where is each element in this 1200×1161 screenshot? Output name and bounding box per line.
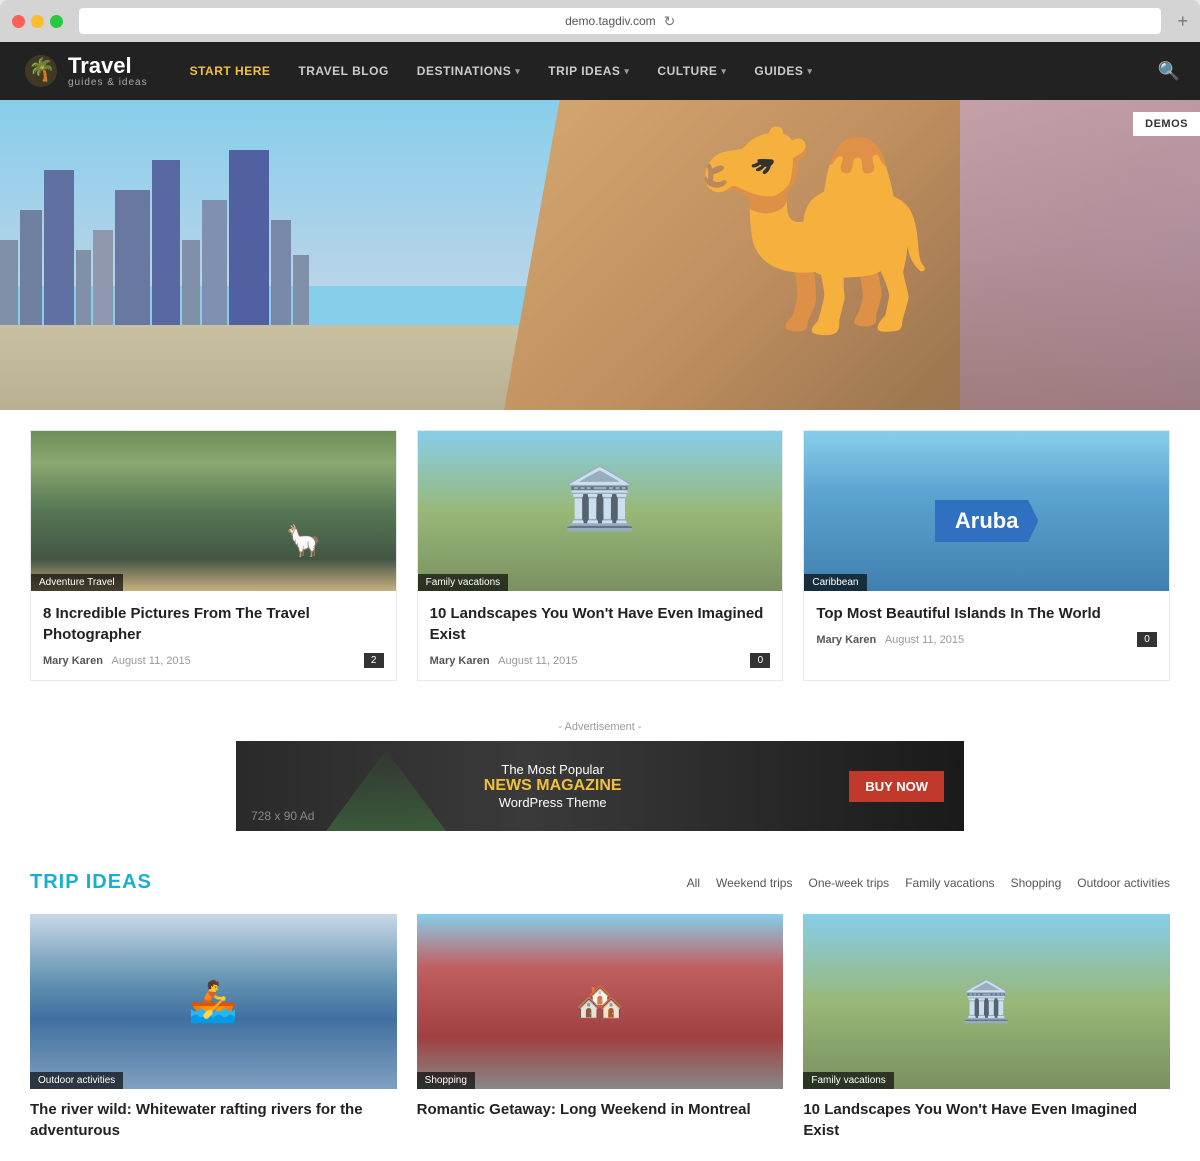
article-image-2: Family vacations: [418, 431, 783, 591]
logo-brand: Travel: [68, 55, 148, 77]
chevron-down-icon: ▾: [721, 66, 726, 77]
nav-guides[interactable]: GUIDES ▾: [742, 56, 824, 86]
trip-ideas-section: TRIP IDEAS All Weekend trips One-week tr…: [0, 851, 1200, 1161]
card-meta-2: Mary Karen August 11, 2015 0: [430, 653, 771, 668]
article-date-3: August 11, 2015: [885, 634, 964, 646]
article-author-1: Mary Karen: [43, 655, 103, 667]
article-image-3: Aruba Caribbean: [804, 431, 1169, 591]
ad-accent: NEWS MAGAZINE: [256, 777, 849, 795]
hero-banner: 🐪 DEMOS: [0, 100, 1200, 410]
article-date-1: August 11, 2015: [111, 655, 190, 667]
logo[interactable]: 🌴 Travel guides & ideas: [20, 50, 148, 92]
aruba-sign: Aruba: [935, 500, 1039, 542]
card-body-2: 10 Landscapes You Won't Have Even Imagin…: [418, 591, 783, 680]
article-card-1: Adventure Travel 8 Incredible Pictures F…: [30, 430, 397, 681]
trip-category-3[interactable]: Family vacations: [803, 1072, 893, 1089]
trip-image-2: 🏘️ Shopping: [417, 914, 784, 1089]
filter-outdoor[interactable]: Outdoor activities: [1077, 876, 1170, 890]
trip-image-3: 🏛️ Family vacations: [803, 914, 1170, 1089]
logo-text: Travel guides & ideas: [68, 55, 148, 88]
url-bar[interactable]: demo.tagdiv.com ↻: [79, 8, 1161, 34]
trip-card-1: 🚣 Outdoor activities The river wild: Whi…: [30, 914, 397, 1141]
nav-start-here[interactable]: START HERE: [178, 56, 283, 86]
ad-banner[interactable]: 728 x 90 Ad The Most Popular NEWS MAGAZI…: [236, 741, 964, 831]
arch-image: [418, 431, 783, 591]
ad-label: - Advertisement -: [0, 721, 1200, 733]
nav-travel-blog[interactable]: TRAVEL BLOG: [286, 56, 400, 86]
minimize-button[interactable]: [31, 15, 44, 28]
montreal-image: 🏘️: [417, 914, 784, 1089]
category-tag-1[interactable]: Adventure Travel: [31, 574, 123, 591]
maximize-button[interactable]: [50, 15, 63, 28]
article-title-1: 8 Incredible Pictures From The Travel Ph…: [43, 603, 384, 645]
page-content: 🌴 Travel guides & ideas START HERE TRAVE…: [0, 42, 1200, 1161]
article-title-3: Top Most Beautiful Islands In The World: [816, 603, 1157, 624]
trip-cards: 🚣 Outdoor activities The river wild: Whi…: [30, 914, 1170, 1141]
section-title: TRIP IDEAS: [30, 871, 152, 894]
nav-destinations[interactable]: DESTINATIONS ▾: [405, 56, 532, 86]
advertisement-section: - Advertisement - 728 x 90 Ad The Most P…: [0, 701, 1200, 851]
window-controls: [12, 15, 63, 28]
arch2-image: 🏛️: [803, 914, 1170, 1089]
nav-links: START HERE TRAVEL BLOG DESTINATIONS ▾ TR…: [178, 56, 1158, 86]
ad-buy-button[interactable]: BUY NOW: [849, 771, 944, 802]
rafting-image: 🚣: [30, 914, 397, 1089]
article-author-2: Mary Karen: [430, 655, 490, 667]
filter-shopping[interactable]: Shopping: [1011, 876, 1062, 890]
card-body-1: 8 Incredible Pictures From The Travel Ph…: [31, 591, 396, 680]
comment-count-3: 0: [1137, 632, 1157, 647]
trip-image-1: 🚣 Outdoor activities: [30, 914, 397, 1089]
trip-category-2[interactable]: Shopping: [417, 1072, 475, 1089]
filter-oneweek[interactable]: One-week trips: [808, 876, 889, 890]
article-date-2: August 11, 2015: [498, 655, 577, 667]
svg-text:🌴: 🌴: [28, 57, 55, 82]
demos-button[interactable]: DEMOS: [1133, 112, 1200, 136]
aruba-image: Aruba: [804, 431, 1169, 591]
article-card-2: Family vacations 10 Landscapes You Won't…: [417, 430, 784, 681]
featured-articles: Adventure Travel 8 Incredible Pictures F…: [0, 410, 1200, 701]
article-card-3: Aruba Caribbean Top Most Beautiful Islan…: [803, 430, 1170, 681]
trip-title-2: Romantic Getaway: Long Weekend in Montre…: [417, 1099, 784, 1120]
ad-size-label: 728 x 90 Ad: [251, 809, 314, 823]
close-button[interactable]: [12, 15, 25, 28]
trip-title-3: 10 Landscapes You Won't Have Even Imagin…: [803, 1099, 1170, 1141]
chevron-down-icon: ▾: [515, 66, 520, 77]
fabric-overlay: [960, 100, 1200, 410]
category-tag-3[interactable]: Caribbean: [804, 574, 866, 591]
article-author-3: Mary Karen: [816, 634, 876, 646]
ad-content: The Most Popular NEWS MAGAZINE WordPress…: [256, 762, 849, 810]
comment-count-1: 2: [364, 653, 384, 668]
filter-weekend[interactable]: Weekend trips: [716, 876, 792, 890]
logo-tagline: guides & ideas: [68, 77, 148, 88]
new-tab-button[interactable]: +: [1177, 11, 1188, 32]
trip-card-2: 🏘️ Shopping Romantic Getaway: Long Weeke…: [417, 914, 784, 1141]
main-navigation: 🌴 Travel guides & ideas START HERE TRAVE…: [0, 42, 1200, 100]
trip-category-1[interactable]: Outdoor activities: [30, 1072, 123, 1089]
category-tag-2[interactable]: Family vacations: [418, 574, 508, 591]
article-title-2: 10 Landscapes You Won't Have Even Imagin…: [430, 603, 771, 645]
nav-culture[interactable]: CULTURE ▾: [645, 56, 738, 86]
logo-icon: 🌴: [20, 50, 62, 92]
card-meta-3: Mary Karen August 11, 2015 0: [816, 632, 1157, 647]
browser-window: demo.tagdiv.com ↻ +: [0, 0, 1200, 42]
trip-title-1: The river wild: Whitewater rafting river…: [30, 1099, 397, 1141]
ad-tagline-1: The Most Popular NEWS MAGAZINE WordPress…: [256, 762, 849, 810]
camel-image: 🐪: [691, 130, 940, 330]
filter-tabs: All Weekend trips One-week trips Family …: [687, 876, 1170, 890]
filter-all[interactable]: All: [687, 876, 700, 890]
search-icon[interactable]: 🔍: [1158, 61, 1180, 82]
trip-card-3: 🏛️ Family vacations 10 Landscapes You Wo…: [803, 914, 1170, 1141]
section-header: TRIP IDEAS All Weekend trips One-week tr…: [30, 871, 1170, 894]
nav-trip-ideas[interactable]: TRIP IDEAS ▾: [536, 56, 641, 86]
url-text: demo.tagdiv.com: [565, 14, 656, 28]
chevron-down-icon: ▾: [807, 66, 812, 77]
chevron-down-icon: ▾: [624, 66, 629, 77]
machu-picchu-image: [31, 431, 396, 591]
filter-family[interactable]: Family vacations: [905, 876, 994, 890]
article-image-1: Adventure Travel: [31, 431, 396, 591]
refresh-icon[interactable]: ↻: [664, 13, 676, 30]
card-body-3: Top Most Beautiful Islands In The World …: [804, 591, 1169, 659]
card-meta-1: Mary Karen August 11, 2015 2: [43, 653, 384, 668]
comment-count-2: 0: [750, 653, 770, 668]
